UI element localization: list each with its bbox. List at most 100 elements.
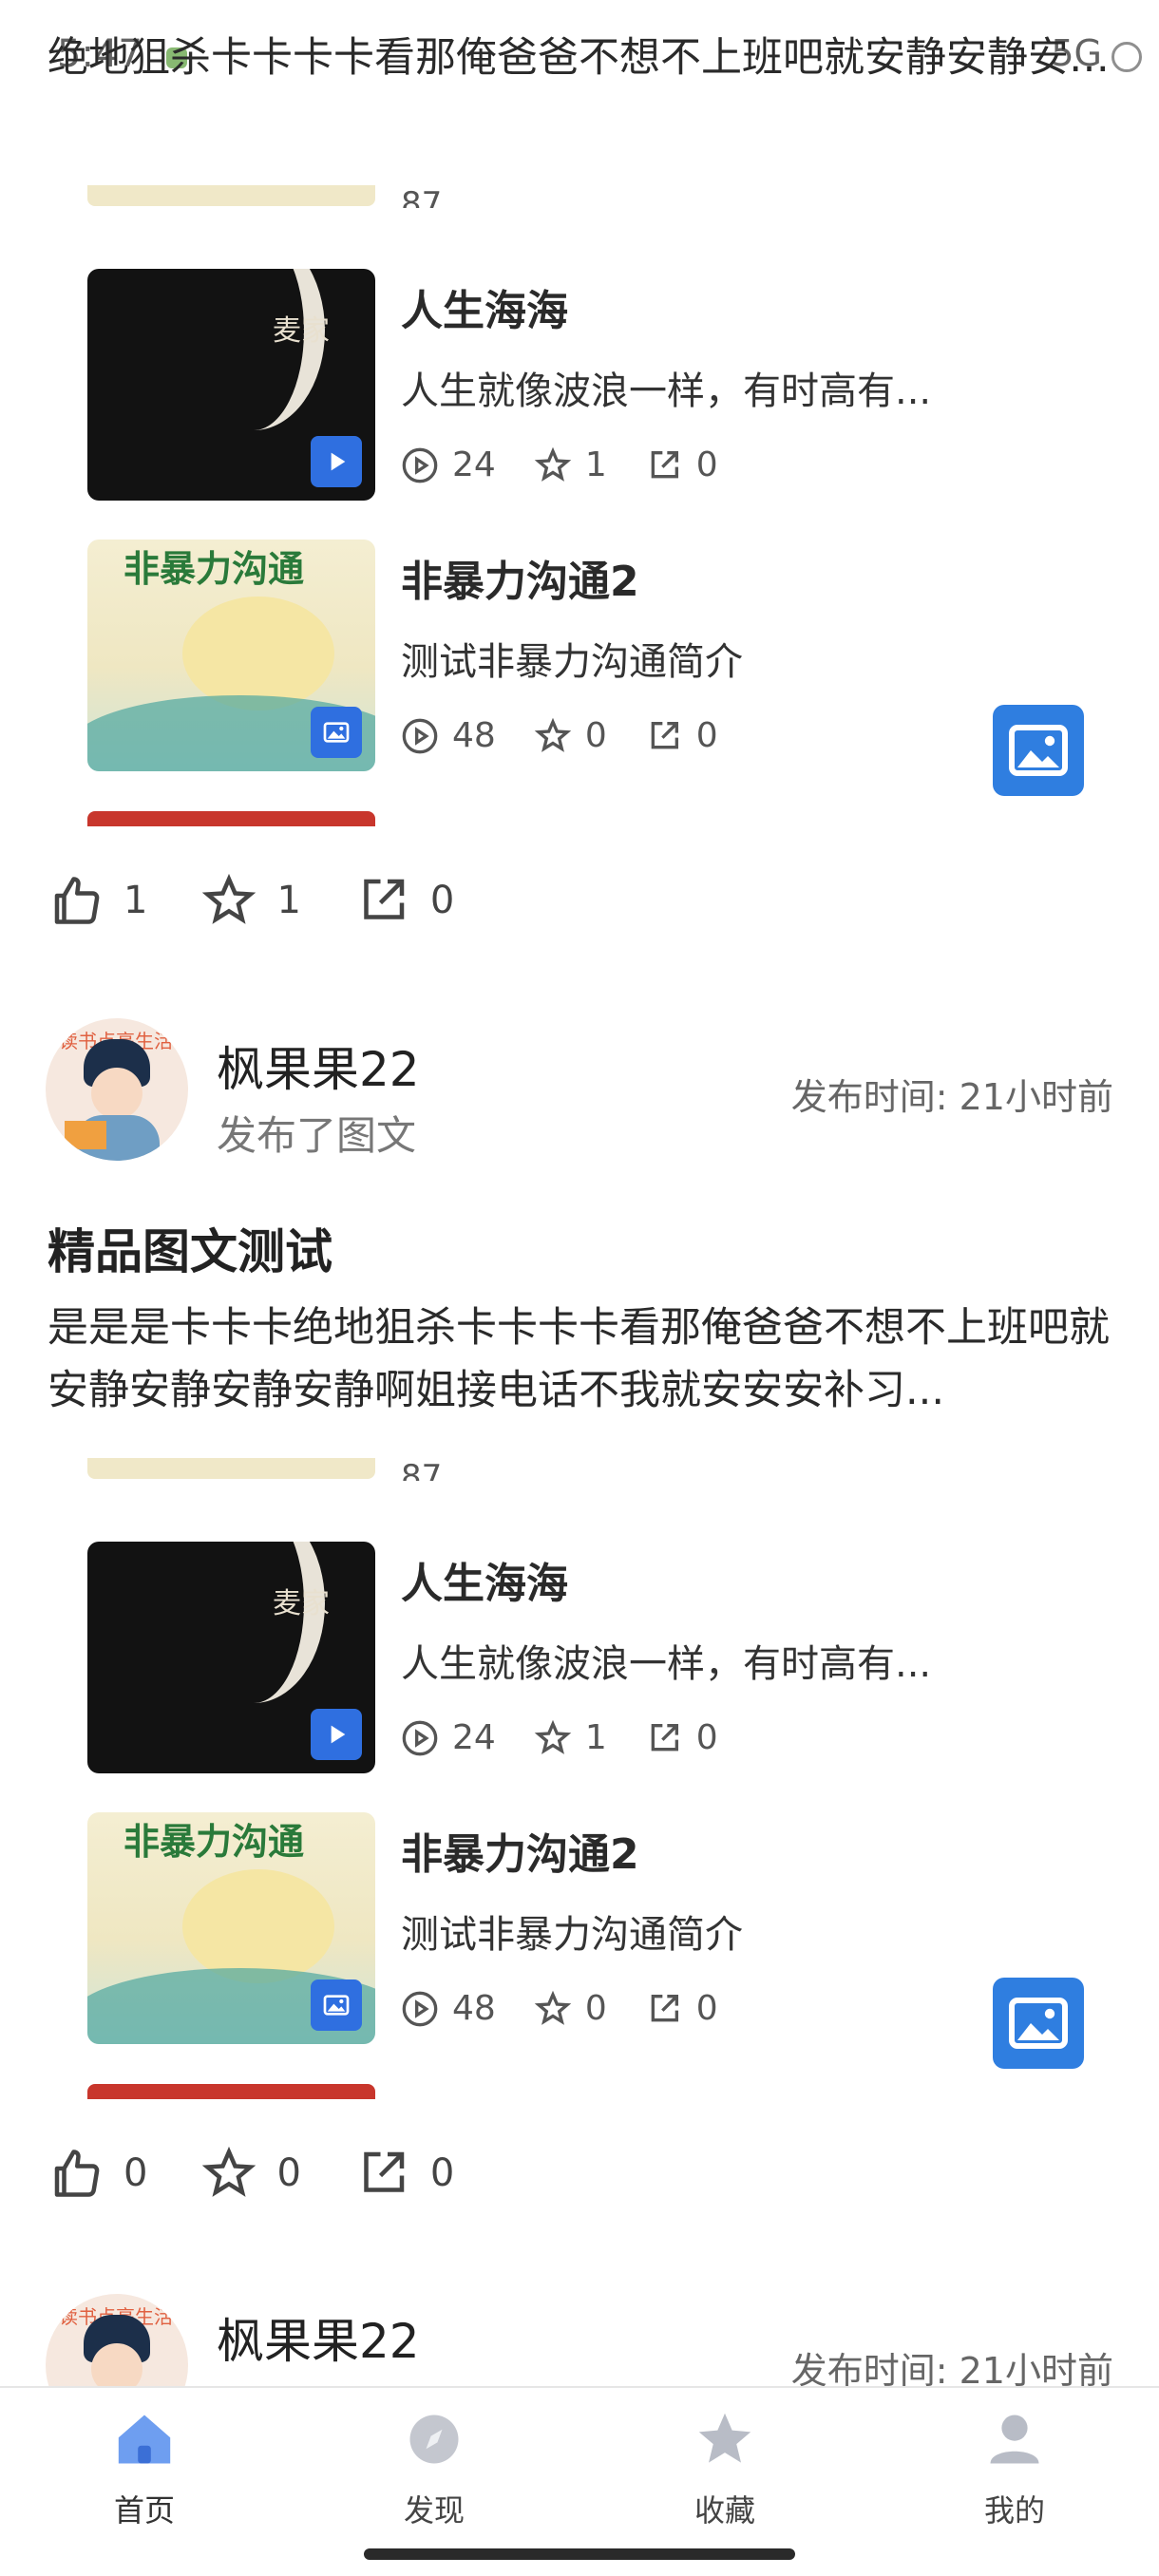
star-outline-icon (202, 873, 256, 924)
favs-stat: 1 (534, 445, 607, 484)
plays-count: 24 (452, 1718, 496, 1757)
plays-stat: 24 (401, 445, 496, 484)
likes-count: 0 (124, 2151, 148, 2195)
favs-count: 0 (276, 2151, 301, 2195)
cover-text: 麦家 (273, 1587, 330, 1620)
tab-discover[interactable]: 发现 (358, 2407, 510, 2530)
favorite-button[interactable]: 0 (200, 2145, 301, 2202)
peek-cover (87, 1458, 375, 1479)
sun-shape (182, 1869, 334, 1983)
playlist-item[interactable]: 麦家 人生海海 人生就像波浪一样，有时高有... 24 1 0 (87, 1542, 1075, 1773)
play-badge-icon (311, 436, 362, 487)
home-icon (118, 2415, 171, 2464)
tab-favorites[interactable]: 收藏 (649, 2407, 801, 2530)
plays-stat: 24 (401, 1718, 496, 1757)
gallery-button[interactable] (993, 705, 1084, 796)
item-desc: 测试非暴力沟通简介 (401, 1913, 743, 1957)
peek-plays: 87 (401, 1458, 443, 1481)
cover-image: 麦家 (87, 269, 375, 501)
peek-stats: 87 (401, 1458, 442, 1481)
plays-count: 48 (452, 1989, 496, 2028)
play-circle-icon (402, 447, 438, 483)
user-name[interactable]: 枫果果22 (217, 1032, 420, 1100)
play-badge-icon (311, 1709, 362, 1760)
compass-icon (409, 2415, 459, 2464)
playlist-item[interactable]: 麦家 人生海海 人生就像波浪一样，有时高有... 24 1 0 (87, 269, 1075, 501)
tab-label: 收藏 (694, 2492, 755, 2529)
playlist-item[interactable]: 非暴力沟通 非暴力沟通2 测试非暴力沟通简介 48 0 0 (87, 1812, 1075, 2044)
home-indicator (364, 2548, 795, 2560)
post-title[interactable]: 精品图文测试 (48, 1214, 332, 1282)
play-circle-icon (402, 1720, 438, 1755)
favs-count: 1 (276, 879, 301, 922)
play-circle-icon (402, 718, 438, 753)
item-stats: 24 1 0 (401, 1718, 756, 1757)
avatar[interactable]: 读书点亮生活 (46, 1018, 188, 1161)
share-icon (651, 721, 678, 748)
like-button[interactable]: 0 (48, 2145, 147, 2202)
share-button[interactable]: 0 (354, 2145, 454, 2202)
item-stats: 48 0 0 (401, 1989, 756, 2028)
user-name[interactable]: 枫果果22 (217, 2303, 420, 2372)
gallery-button[interactable] (993, 1978, 1084, 2069)
tab-label: 我的 (983, 2492, 1045, 2529)
item-desc: 测试非暴力沟通简介 (401, 640, 743, 684)
post-desc-text: 绝地狙杀卡卡卡卡看那俺爸爸不想不上班吧就安静安静安静安静啊姐接电话不我就安安安补… (48, 34, 1121, 82)
cover-text: 非暴力沟通 (124, 1821, 305, 1863)
star-outline-icon (534, 717, 572, 752)
share-button[interactable]: 0 (354, 872, 454, 929)
shares-count: 0 (695, 716, 718, 755)
tab-home[interactable]: 首页 (68, 2407, 220, 2530)
post-desc: 绝地狙杀卡卡卡卡看那俺爸爸不想不上班吧就安静安静安静安静啊姐接电话不我就安安安补… (48, 27, 1121, 89)
shares-count: 0 (429, 879, 455, 922)
cover-text: 非暴力沟通 (124, 548, 305, 590)
image-badge-icon (311, 1979, 362, 2031)
plays-stat: 48 (401, 716, 496, 755)
shares-count: 0 (695, 1718, 718, 1757)
item-stats: 24 1 0 (401, 445, 756, 484)
favorite-button[interactable]: 1 (200, 872, 301, 929)
user-action: 发布了图文 (217, 1112, 417, 1159)
shares-stat: 0 (645, 716, 718, 755)
share-icon (651, 1723, 678, 1751)
favs-stat: 0 (534, 1989, 607, 2028)
item-title: 非暴力沟通2 (401, 1830, 639, 1879)
moon-shape (182, 1542, 325, 1703)
thumbs-up-icon (54, 877, 100, 924)
playlist-item[interactable]: 非暴力沟通 非暴力沟通2 测试非暴力沟通简介 48 0 0 (87, 540, 1075, 771)
like-button[interactable]: 1 (48, 872, 147, 929)
star-outline-icon (202, 2146, 256, 2197)
shares-count: 0 (695, 1989, 718, 2028)
shares-stat: 0 (645, 1989, 718, 2028)
shares-count: 0 (695, 445, 718, 484)
item-stats: 48 0 0 (401, 716, 756, 755)
item-desc: 人生就像波浪一样，有时高有... (401, 369, 932, 413)
peek-plays: 87 (401, 185, 443, 208)
peek-next-cover (87, 2084, 375, 2099)
peek-next-cover (87, 811, 375, 826)
playlist-carousel[interactable]: 87 麦家 人生海海 人生就像波浪一样，有时高有... 24 1 0 非暴力沟通… (87, 185, 1075, 826)
favs-stat: 1 (534, 1718, 607, 1757)
favs-stat: 0 (534, 716, 607, 755)
image-icon (1009, 1998, 1068, 2049)
star-outline-icon (534, 1719, 572, 1754)
item-desc: 人生就像波浪一样，有时高有... (401, 1642, 932, 1686)
item-title: 人生海海 (401, 287, 568, 335)
cover-image: 非暴力沟通 (87, 1812, 375, 2044)
share-icon (364, 879, 405, 919)
tab-label: 首页 (113, 2492, 175, 2529)
image-badge-icon (311, 707, 362, 758)
share-icon (651, 1994, 678, 2021)
favs-count: 0 (584, 1989, 607, 2028)
shares-stat: 0 (645, 1718, 718, 1757)
playlist-carousel[interactable]: 87 麦家 人生海海 人生就像波浪一样，有时高有... 24 1 0 非暴力沟通… (87, 1458, 1075, 2099)
post-actions: 0 0 0 (48, 2145, 507, 2202)
post-desc[interactable]: 是是是卡卡卡绝地狙杀卡卡卡卡看那俺爸爸不想不上班吧就安静安静安静安静啊姐接电话不… (48, 1297, 1121, 1422)
cover-text: 麦家 (273, 314, 330, 348)
star-outline-icon (534, 1990, 572, 2025)
moon-shape (182, 269, 325, 430)
cover-image: 非暴力沟通 (87, 540, 375, 771)
share-icon (364, 2151, 405, 2192)
plays-count: 48 (452, 716, 496, 755)
tab-profile[interactable]: 我的 (939, 2407, 1091, 2530)
